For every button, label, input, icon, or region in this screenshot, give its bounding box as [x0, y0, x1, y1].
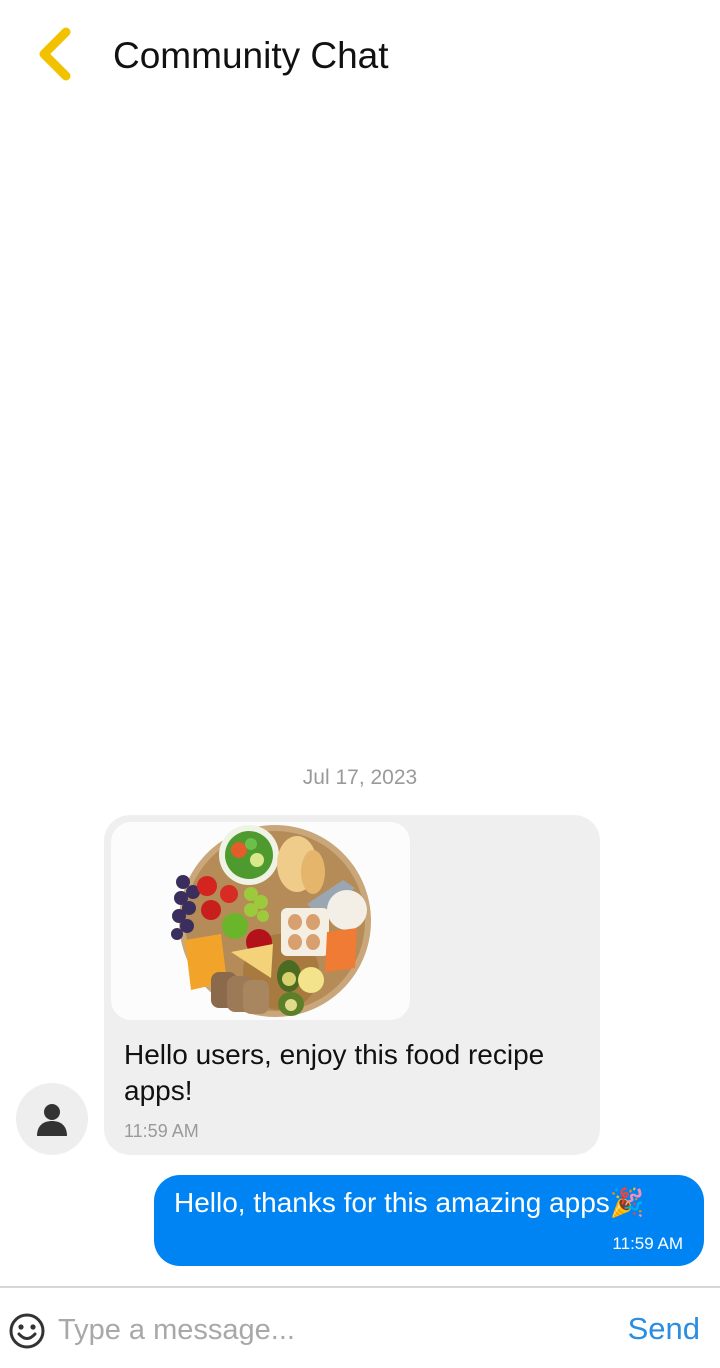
message-image[interactable] [111, 822, 410, 1020]
user-icon [37, 1104, 67, 1136]
message-input[interactable] [58, 1304, 588, 1356]
outgoing-message-bubble[interactable]: Hello, thanks for this amazing apps🎉 11:… [154, 1175, 704, 1266]
chevron-left-icon [39, 27, 71, 81]
smiley-icon[interactable] [8, 1312, 46, 1350]
outgoing-message-time: 11:59 AM [612, 1234, 683, 1253]
incoming-message-text: Hello users, enjoy this food recipe apps… [124, 1039, 545, 1106]
avatar[interactable] [16, 1083, 88, 1155]
chat-screen: Community Chat Jul 17, 2023 Hello users,… [0, 0, 720, 1368]
header: Community Chat [0, 0, 720, 112]
page-title: Community Chat [113, 35, 389, 76]
outgoing-message-text: Hello, thanks for this amazing apps🎉 [174, 1187, 645, 1218]
send-button[interactable]: Send [628, 1311, 700, 1347]
incoming-message-time: 11:59 AM [124, 1121, 199, 1141]
incoming-message-bubble[interactable]: Hello users, enjoy this food recipe apps… [104, 815, 600, 1155]
date-separator: Jul 17, 2023 [302, 766, 418, 789]
back-button[interactable] [26, 22, 82, 86]
message-composer: Send [0, 1286, 720, 1368]
food-plate-image [171, 825, 371, 1017]
